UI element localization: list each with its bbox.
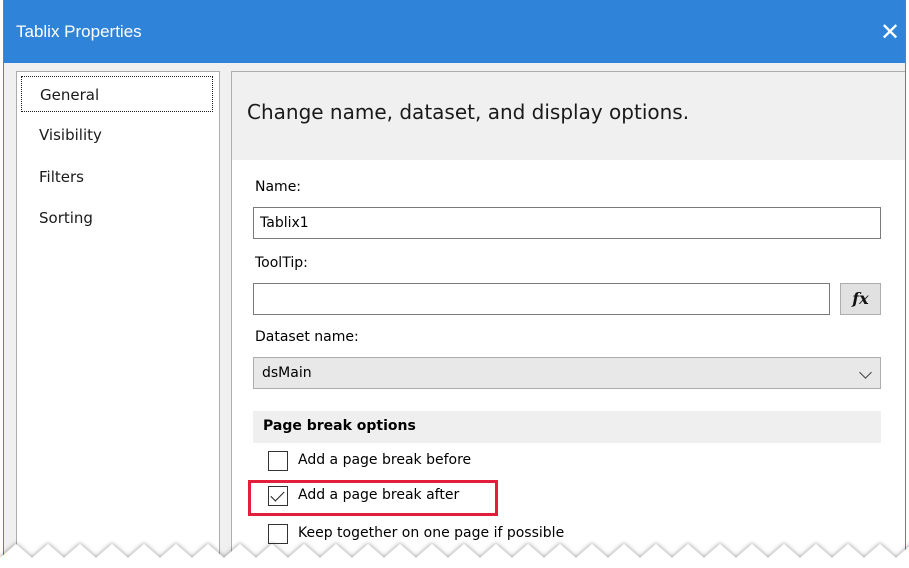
tablix-properties-dialog: Tablix Properties ✕ General Visibility F… xyxy=(3,0,906,568)
dataset-select[interactable]: dsMain xyxy=(253,357,881,389)
page-break-section-title: Page break options xyxy=(263,418,416,434)
torn-edge xyxy=(0,544,909,568)
page-break-section-header: Page break options xyxy=(253,411,881,443)
title-bar[interactable]: Tablix Properties ✕ xyxy=(4,0,905,63)
name-label: Name: xyxy=(255,179,302,195)
expression-button[interactable]: fx xyxy=(840,283,881,315)
content-panel: Change name, dataset, and display option… xyxy=(231,71,905,568)
sidebar: General Visibility Filters Sorting xyxy=(16,71,220,568)
tooltip-label: ToolTip: xyxy=(255,255,308,271)
dataset-select-value: dsMain xyxy=(262,365,312,381)
page-break-after-checkbox[interactable] xyxy=(268,486,288,506)
sidebar-item-general[interactable]: General xyxy=(21,76,213,112)
page-break-before-label[interactable]: Add a page break before xyxy=(298,452,471,468)
name-field[interactable]: Tablix1 xyxy=(253,207,881,239)
sidebar-item-filters[interactable]: Filters xyxy=(21,159,213,195)
page-break-after-label[interactable]: Add a page break after xyxy=(298,487,459,503)
sidebar-item-visibility[interactable]: Visibility xyxy=(21,117,213,153)
sidebar-item-sorting[interactable]: Sorting xyxy=(21,200,213,236)
page-title: Change name, dataset, and display option… xyxy=(247,100,690,124)
close-icon[interactable]: ✕ xyxy=(875,14,905,50)
chevron-down-icon xyxy=(859,366,872,379)
tooltip-field[interactable] xyxy=(253,283,830,315)
dataset-label: Dataset name: xyxy=(255,329,359,345)
page-break-before-checkbox[interactable] xyxy=(268,451,288,471)
header-band: Change name, dataset, and display option… xyxy=(232,72,905,160)
window-title: Tablix Properties xyxy=(16,22,142,41)
